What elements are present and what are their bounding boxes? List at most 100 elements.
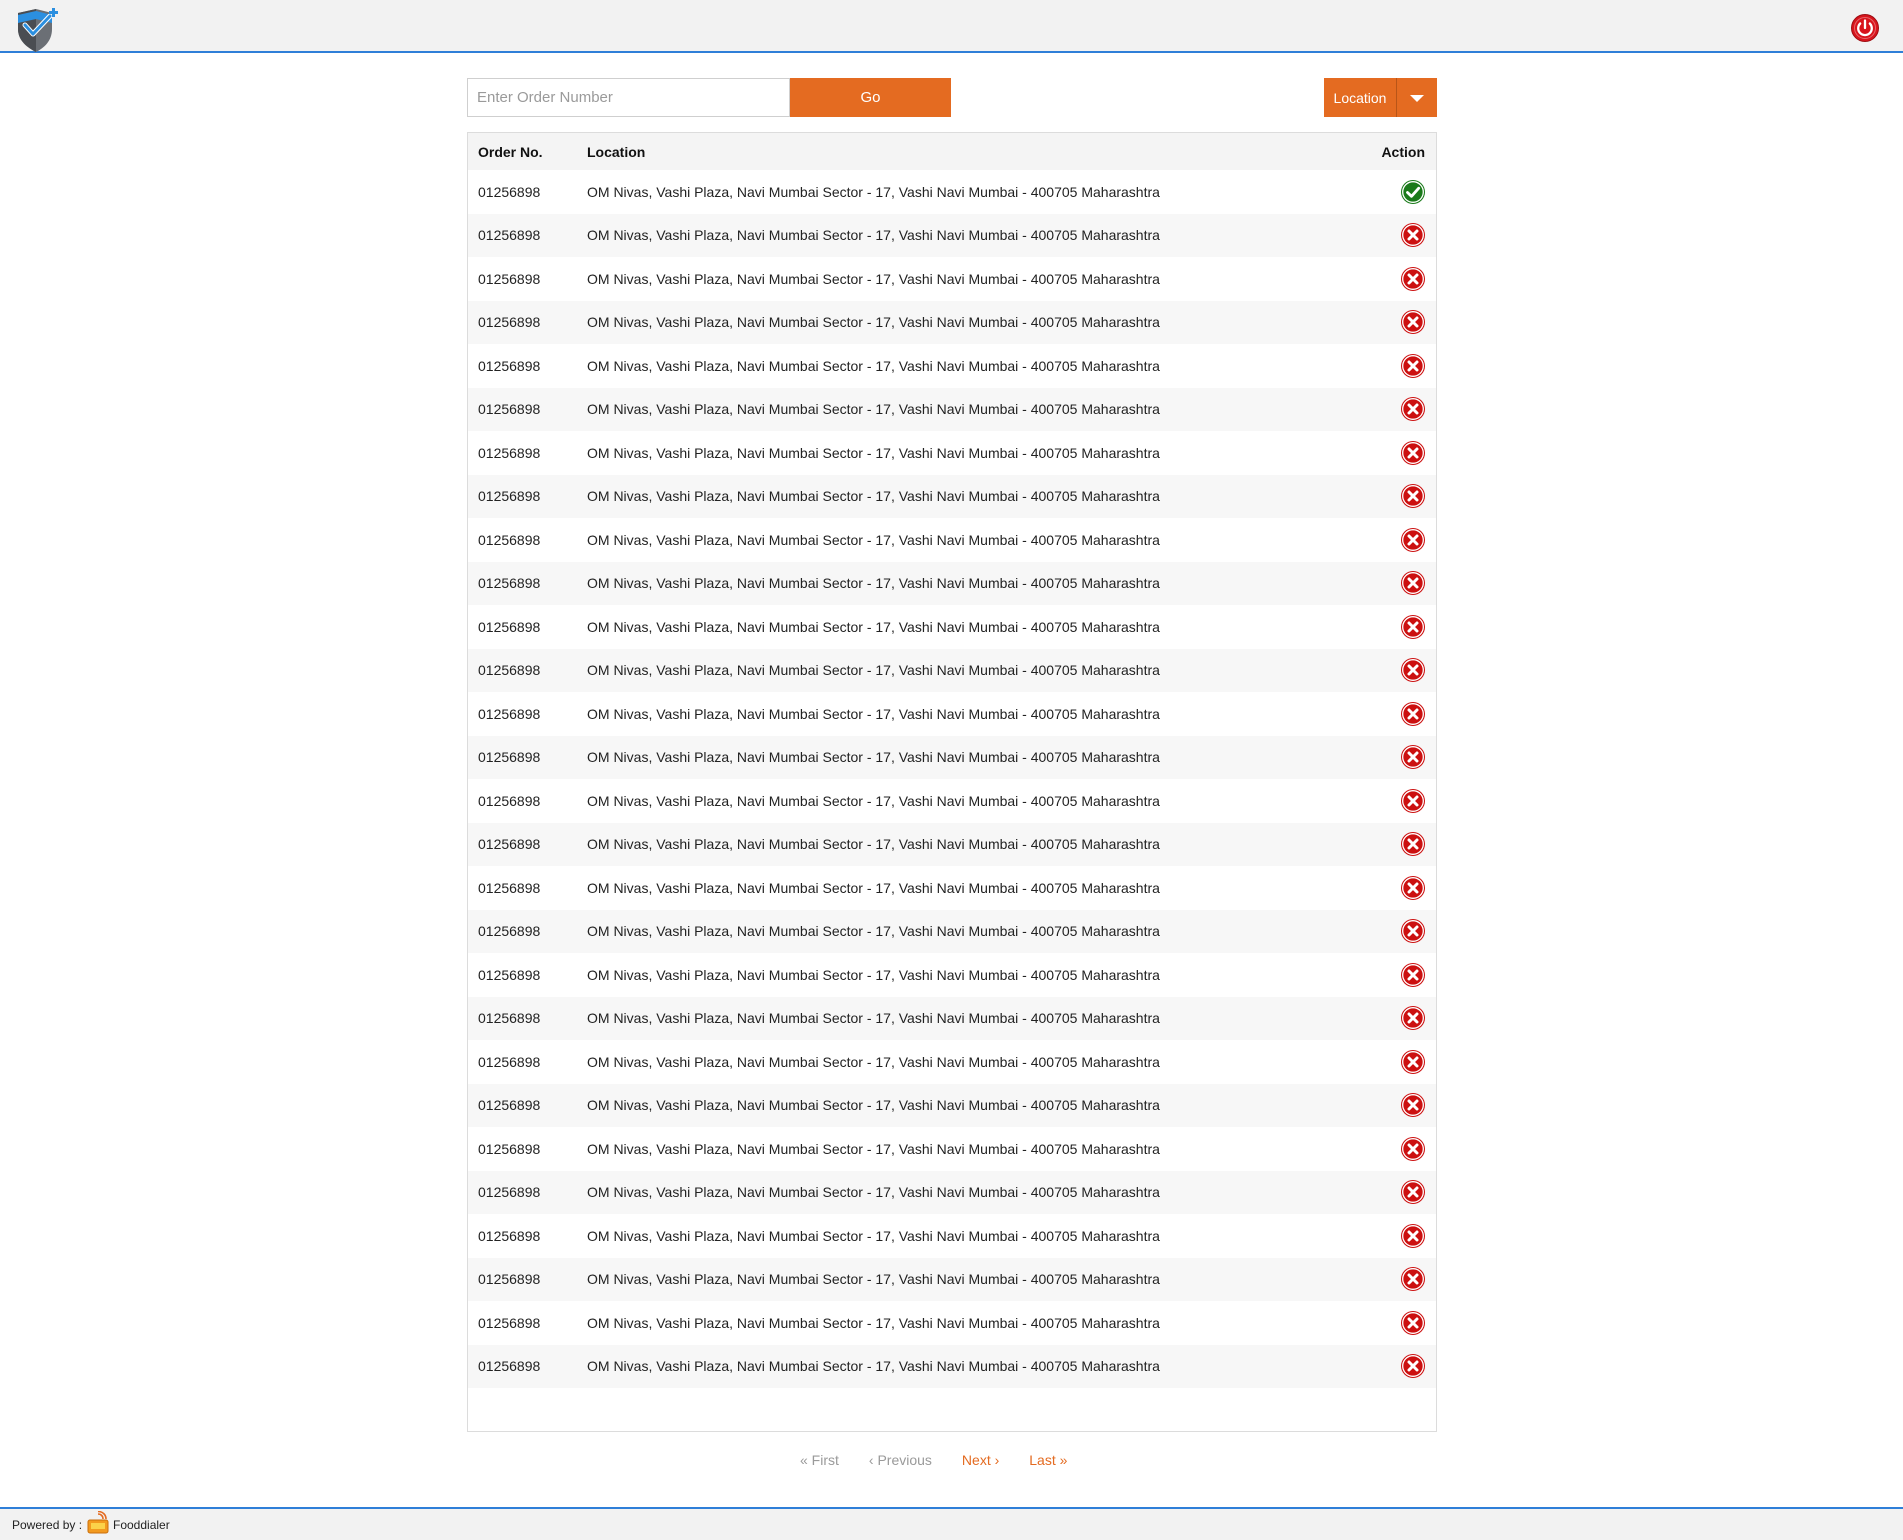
rejected-x-icon[interactable] — [1400, 701, 1426, 727]
location-dropdown[interactable]: Location — [1324, 78, 1437, 117]
table-row: 01256898 OM Nivas, Vashi Plaza, Navi Mumb… — [468, 1040, 1436, 1084]
rejected-x-icon[interactable] — [1400, 440, 1426, 466]
order-number-cell: 01256898 — [478, 444, 541, 461]
approved-check-icon[interactable] — [1400, 179, 1426, 205]
order-number-cell: 01256898 — [478, 1097, 541, 1114]
table-row: 01256898 OM Nivas, Vashi Plaza, Navi Mumb… — [468, 344, 1436, 388]
order-number-cell: 01256898 — [478, 1358, 541, 1375]
pagination: « First ‹ Previous Next › Last » — [800, 1452, 1100, 1472]
rejected-x-icon[interactable] — [1400, 1310, 1426, 1336]
order-number-cell: 01256898 — [478, 1010, 541, 1027]
action-cell — [1362, 170, 1436, 214]
powered-by-label: Powered by : — [12, 1518, 83, 1532]
action-cell — [1362, 779, 1436, 823]
caret-down-icon[interactable] — [1397, 78, 1437, 117]
action-cell — [1362, 475, 1436, 519]
pagination-last[interactable]: Last » — [1029, 1452, 1067, 1472]
order-number-cell: 01256898 — [478, 270, 541, 287]
table-row: 01256898 OM Nivas, Vashi Plaza, Navi Mumb… — [468, 1344, 1436, 1388]
order-number-input[interactable] — [467, 78, 790, 117]
order-number-cell: 01256898 — [478, 705, 541, 722]
rejected-x-icon[interactable] — [1400, 483, 1426, 509]
table-row: 01256898 OM Nivas, Vashi Plaza, Navi Mumb… — [468, 257, 1436, 301]
table-row: 01256898 OM Nivas, Vashi Plaza, Navi Mumb… — [468, 1301, 1436, 1345]
action-cell — [1362, 953, 1436, 997]
top-header — [0, 0, 1903, 53]
rejected-x-icon[interactable] — [1400, 1092, 1426, 1118]
rejected-x-icon[interactable] — [1400, 1223, 1426, 1249]
rejected-x-icon[interactable] — [1400, 527, 1426, 553]
action-cell — [1362, 1301, 1436, 1345]
order-number-cell: 01256898 — [478, 357, 541, 374]
rejected-x-icon[interactable] — [1400, 1353, 1426, 1379]
location-cell: OM Nivas, Vashi Plaza, Navi Mumbai Secto… — [587, 923, 1160, 940]
location-cell: OM Nivas, Vashi Plaza, Navi Mumbai Secto… — [587, 662, 1160, 679]
order-number-cell: 01256898 — [478, 183, 541, 200]
action-cell — [1362, 1127, 1436, 1171]
table-row: 01256898 OM Nivas, Vashi Plaza, Navi Mumb… — [468, 648, 1436, 693]
location-cell: OM Nivas, Vashi Plaza, Navi Mumbai Secto… — [587, 1053, 1160, 1070]
rejected-x-icon[interactable] — [1400, 788, 1426, 814]
location-cell: OM Nivas, Vashi Plaza, Navi Mumbai Secto… — [587, 1358, 1160, 1375]
rejected-x-icon[interactable] — [1400, 309, 1426, 335]
fooddialer-brand[interactable]: Fooddialer — [113, 1518, 170, 1532]
shield-check-logo-icon[interactable] — [14, 5, 60, 53]
order-number-cell: 01256898 — [478, 792, 541, 809]
location-cell: OM Nivas, Vashi Plaza, Navi Mumbai Secto… — [587, 1010, 1160, 1027]
rejected-x-icon[interactable] — [1400, 918, 1426, 944]
rejected-x-icon[interactable] — [1400, 353, 1426, 379]
table-row: 01256898 OM Nivas, Vashi Plaza, Navi Mumb… — [468, 1257, 1436, 1301]
location-cell: OM Nivas, Vashi Plaza, Navi Mumbai Secto… — [587, 836, 1160, 853]
table-row: 01256898 OM Nivas, Vashi Plaza, Navi Mumb… — [468, 561, 1436, 606]
order-number-cell: 01256898 — [478, 401, 541, 418]
pagination-next[interactable]: Next › — [962, 1452, 999, 1472]
go-button[interactable]: Go — [790, 78, 951, 117]
rejected-x-icon[interactable] — [1400, 657, 1426, 683]
order-number-cell: 01256898 — [478, 1227, 541, 1244]
rejected-x-icon[interactable] — [1400, 875, 1426, 901]
order-number-cell: 01256898 — [478, 618, 541, 635]
order-number-cell: 01256898 — [478, 531, 541, 548]
rejected-x-icon[interactable] — [1400, 570, 1426, 596]
rejected-x-icon[interactable] — [1400, 1136, 1426, 1162]
location-cell: OM Nivas, Vashi Plaza, Navi Mumbai Secto… — [587, 1184, 1160, 1201]
action-cell — [1362, 562, 1436, 606]
rejected-x-icon[interactable] — [1400, 614, 1426, 640]
column-header-location: Location — [587, 143, 646, 160]
order-number-cell: 01256898 — [478, 1314, 541, 1331]
footer: Powered by : Fooddialer — [0, 1507, 1903, 1540]
rejected-x-icon[interactable] — [1400, 1049, 1426, 1075]
pagination-first[interactable]: « First — [800, 1452, 839, 1472]
table-row: 01256898 OM Nivas, Vashi Plaza, Navi Mumb… — [468, 300, 1436, 344]
power-icon[interactable] — [1850, 13, 1880, 43]
order-number-cell: 01256898 — [478, 879, 541, 896]
table-row: 01256898 OM Nivas, Vashi Plaza, Navi Mumb… — [468, 518, 1436, 562]
table-header-row: Order No. Location Action — [468, 133, 1436, 170]
order-number-cell: 01256898 — [478, 749, 541, 766]
rejected-x-icon[interactable] — [1400, 1005, 1426, 1031]
table-row: 01256898 OM Nivas, Vashi Plaza, Navi Mumb… — [468, 387, 1436, 432]
table-row: 01256898 OM Nivas, Vashi Plaza, Navi Mumb… — [468, 996, 1436, 1041]
rejected-x-icon[interactable] — [1400, 222, 1426, 248]
action-cell — [1362, 997, 1436, 1041]
location-cell: OM Nivas, Vashi Plaza, Navi Mumbai Secto… — [587, 1227, 1160, 1244]
rejected-x-icon[interactable] — [1400, 1179, 1426, 1205]
order-number-cell: 01256898 — [478, 314, 541, 331]
action-cell — [1362, 649, 1436, 693]
action-cell — [1362, 388, 1436, 432]
table-row: 01256898 OM Nivas, Vashi Plaza, Navi Mumb… — [468, 866, 1436, 910]
location-cell: OM Nivas, Vashi Plaza, Navi Mumbai Secto… — [587, 357, 1160, 374]
rejected-x-icon[interactable] — [1400, 266, 1426, 292]
rejected-x-icon[interactable] — [1400, 396, 1426, 422]
pagination-previous[interactable]: ‹ Previous — [869, 1452, 932, 1472]
location-cell: OM Nivas, Vashi Plaza, Navi Mumbai Secto… — [587, 792, 1160, 809]
action-cell — [1362, 214, 1436, 258]
rejected-x-icon[interactable] — [1400, 744, 1426, 770]
rejected-x-icon[interactable] — [1400, 831, 1426, 857]
rejected-x-icon[interactable] — [1400, 962, 1426, 988]
action-cell — [1362, 1171, 1436, 1215]
action-cell — [1362, 692, 1436, 736]
rejected-x-icon[interactable] — [1400, 1266, 1426, 1292]
action-cell — [1362, 257, 1436, 301]
table-row: 01256898 OM Nivas, Vashi Plaza, Navi Mumb… — [468, 213, 1436, 258]
